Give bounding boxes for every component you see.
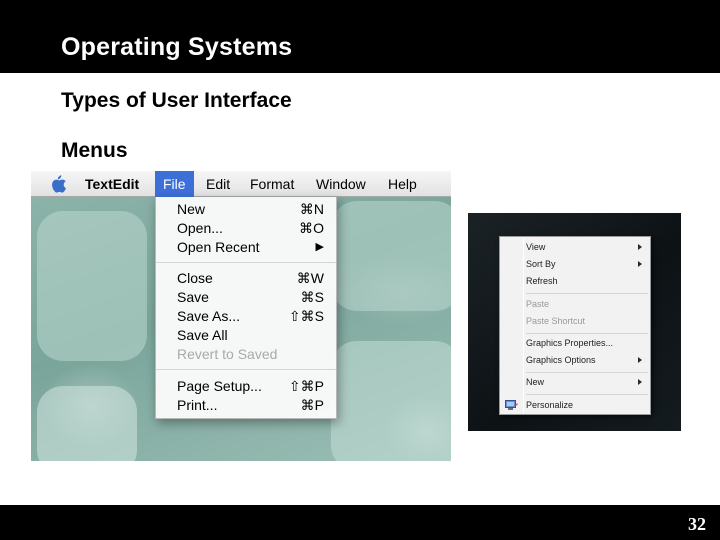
menu-separator	[526, 372, 648, 373]
menu-item-label: Open...	[177, 220, 223, 236]
slide-title: Operating Systems	[61, 33, 293, 61]
menu-item-print[interactable]: Print... ⌘P	[156, 396, 336, 415]
mac-menubar: TextEdit File Edit Format Window Help	[31, 171, 451, 197]
context-item-new[interactable]: New	[500, 374, 650, 390]
context-item-personalize[interactable]: Personalize	[500, 397, 650, 413]
shortcut-label: ⌘W	[296, 270, 324, 286]
footer-bar: 32	[0, 505, 720, 540]
menu-item-label: Refresh	[526, 276, 558, 286]
personalize-icon	[505, 400, 518, 411]
menubar-edit[interactable]: Edit	[198, 171, 238, 197]
shortcut-label: ⌘S	[300, 289, 324, 305]
menu-item-label: Paste	[526, 299, 550, 309]
file-menu-dropdown: New ⌘N Open... ⌘O Open Recent ▶ Close ⌘W…	[155, 197, 337, 419]
menu-item-label: Graphics Properties...	[526, 338, 614, 348]
context-item-sort-by[interactable]: Sort By	[500, 256, 650, 272]
menu-separator	[156, 262, 336, 263]
menubar-help[interactable]: Help	[380, 171, 425, 197]
menu-item-label: Print...	[177, 397, 218, 413]
submenu-arrow-icon	[638, 244, 642, 250]
context-item-refresh[interactable]: Refresh	[500, 273, 650, 289]
context-item-paste: Paste	[500, 296, 650, 312]
submenu-arrow-icon	[638, 261, 642, 267]
menu-item-label: Paste Shortcut	[526, 316, 586, 326]
page-number: 32	[688, 514, 706, 534]
menu-separator	[526, 293, 648, 294]
menu-item-label: View	[526, 242, 546, 252]
context-item-graphics-options[interactable]: Graphics Options	[500, 352, 650, 368]
menu-item-label: Open Recent	[177, 239, 260, 255]
shortcut-label: ⌘N	[299, 201, 324, 217]
menu-item-revert-to-saved: Revert to Saved	[156, 345, 336, 364]
menu-item-label: Save As...	[177, 308, 241, 324]
mac-menu-screenshot: TextEdit File Edit Format Window Help Ne…	[31, 171, 451, 461]
menu-item-label: New	[177, 201, 206, 217]
menu-item-label: Sort By	[526, 259, 556, 269]
shortcut-label: ⌘O	[299, 220, 324, 236]
menu-item-label: New	[526, 377, 545, 387]
section-heading: Menus	[61, 139, 128, 162]
menu-item-save-all[interactable]: Save All	[156, 326, 336, 345]
menu-item-save-as[interactable]: Save As... ⇧⌘S	[156, 307, 336, 326]
menu-item-label: Revert to Saved	[177, 346, 278, 362]
menu-item-label: Personalize	[526, 400, 574, 410]
windows-context-menu-screenshot: View Sort By Refresh Paste Paste Shortcu…	[468, 213, 681, 431]
shortcut-label: ⌘P	[300, 397, 324, 413]
menu-separator	[526, 394, 648, 395]
menu-item-label: Close	[177, 270, 213, 286]
title-bar: Operating Systems	[0, 0, 720, 73]
menu-item-label: Save All	[177, 327, 228, 343]
menu-item-new[interactable]: New ⌘N	[156, 200, 336, 219]
submenu-arrow-icon: ▶	[315, 241, 324, 253]
menu-item-label: Graphics Options	[526, 355, 596, 365]
menu-item-save[interactable]: Save ⌘S	[156, 288, 336, 307]
menu-separator	[526, 333, 648, 334]
context-item-view[interactable]: View	[500, 239, 650, 255]
menubar-format[interactable]: Format	[242, 171, 302, 197]
shortcut-label: ⇧⌘S	[288, 308, 324, 324]
wallpaper-shape	[37, 386, 137, 461]
menu-item-label: Page Setup...	[177, 378, 262, 394]
slide-subtitle: Types of User Interface	[61, 89, 292, 112]
menubar-window[interactable]: Window	[308, 171, 374, 197]
menu-item-label: Save	[177, 289, 209, 305]
wallpaper-shape	[331, 341, 451, 461]
menubar-file[interactable]: File	[155, 171, 194, 197]
context-item-paste-shortcut: Paste Shortcut	[500, 313, 650, 329]
menu-item-page-setup[interactable]: Page Setup... ⇧⌘P	[156, 377, 336, 396]
submenu-arrow-icon	[638, 379, 642, 385]
submenu-arrow-icon	[638, 357, 642, 363]
apple-logo-icon[interactable]	[49, 174, 67, 194]
context-item-graphics-properties[interactable]: Graphics Properties...	[500, 335, 650, 351]
desktop-context-menu: View Sort By Refresh Paste Paste Shortcu…	[499, 236, 651, 415]
wallpaper-shape	[37, 211, 147, 361]
menu-separator	[156, 369, 336, 370]
menu-item-close[interactable]: Close ⌘W	[156, 269, 336, 288]
menu-item-open[interactable]: Open... ⌘O	[156, 219, 336, 238]
shortcut-label: ⇧⌘P	[288, 378, 324, 394]
menubar-app-textedit[interactable]: TextEdit	[77, 171, 147, 197]
wallpaper-shape	[331, 201, 451, 311]
menu-item-open-recent[interactable]: Open Recent ▶	[156, 238, 336, 257]
